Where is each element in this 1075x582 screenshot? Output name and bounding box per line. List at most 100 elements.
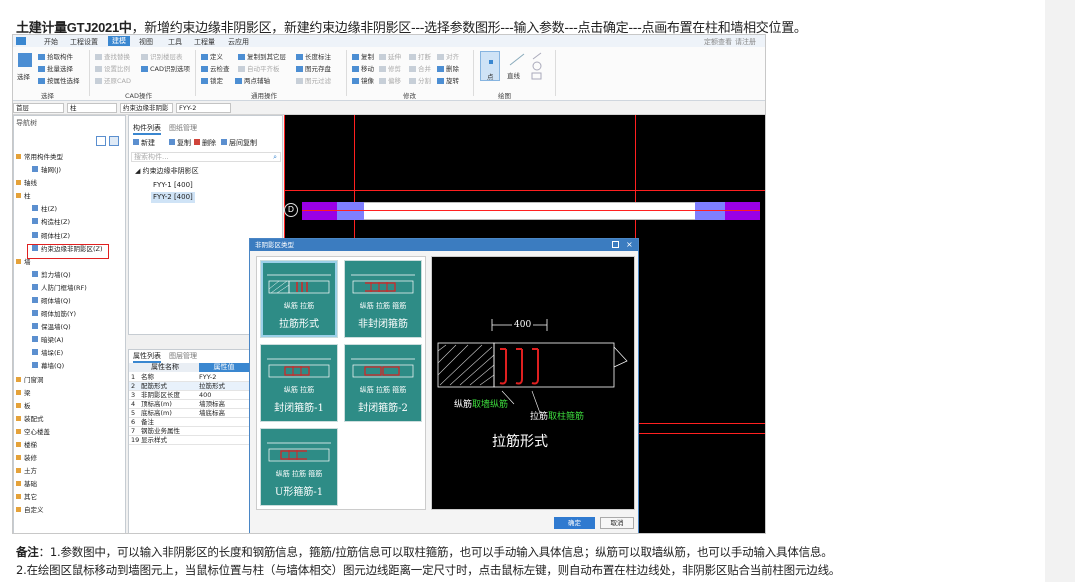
set-scale-button[interactable]: 设置比例 xyxy=(95,63,130,73)
card-u-stirrup-1[interactable]: 纵筋 拉筋 箍筋 U形箍筋-1 xyxy=(260,428,338,506)
extend-button[interactable]: 延伸 xyxy=(379,51,401,61)
nav-item[interactable]: 保温墙(Q) xyxy=(14,323,126,336)
cancel-button[interactable]: 取消 xyxy=(600,517,634,529)
menu-register[interactable]: 请注册 xyxy=(735,37,756,47)
nav-item[interactable]: 常用构件类型 xyxy=(14,153,126,166)
maximize-icon[interactable] xyxy=(612,241,619,248)
lock-button[interactable]: 锁定 xyxy=(201,75,223,85)
component-search-input[interactable]: 搜索构件... ⌕ xyxy=(131,152,281,162)
copy-component-button[interactable]: 复制 xyxy=(169,139,191,148)
nav-item[interactable]: 砌体加筋(Y) xyxy=(14,310,126,323)
tab-layer-management[interactable]: 图层管理 xyxy=(169,352,197,361)
nav-item[interactable]: 砌体墙(Q) xyxy=(14,296,126,310)
delete-button[interactable]: 删除 xyxy=(437,63,459,73)
menu-quota-view[interactable]: 定额查看 xyxy=(704,37,732,47)
list-view-icon[interactable] xyxy=(96,136,106,146)
component-type-select[interactable]: 柱 xyxy=(67,103,117,113)
trim-button[interactable]: 修剪 xyxy=(379,63,401,73)
copy-between-floors-button[interactable]: 层间复制 xyxy=(221,139,257,148)
menu-tools[interactable]: 工具 xyxy=(168,37,182,47)
two-point-aux-axis-button[interactable]: 两点辅轴 xyxy=(235,75,270,85)
nav-item[interactable]: 人防门框墙(RF) xyxy=(14,283,126,297)
nav-item[interactable]: 土方 xyxy=(14,467,126,480)
recognize-floor-table-button[interactable]: 识别楼层表 xyxy=(141,51,183,61)
card-tie-bar[interactable]: 纵筋 拉筋 拉筋形式 xyxy=(260,260,338,338)
tab-drawing-management[interactable]: 图纸管理 xyxy=(169,124,197,133)
menu-start[interactable]: 开始 xyxy=(44,37,58,47)
menu-project-settings[interactable]: 工程设置 xyxy=(70,37,98,47)
draw-line-button[interactable]: 直线 xyxy=(507,51,527,81)
nav-item[interactable]: 剪力墙(Q) xyxy=(14,270,126,284)
nav-item[interactable]: 装配式 xyxy=(14,415,126,428)
batch-select-button[interactable]: 批量选择 xyxy=(38,63,73,73)
card-open-stirrup[interactable]: 纵筋 拉筋 箍筋 非封闭箍筋 xyxy=(344,260,422,338)
nav-item[interactable]: 轴线 xyxy=(14,179,126,192)
find-replace-button[interactable]: 查找替换 xyxy=(95,51,130,61)
nav-item[interactable]: 轴网(J) xyxy=(14,166,126,179)
column-element-right[interactable] xyxy=(725,202,760,220)
tab-properties[interactable]: 属性列表 xyxy=(133,352,161,363)
column-element-left[interactable] xyxy=(302,202,337,220)
delete-component-button[interactable]: 删除 xyxy=(194,139,216,148)
align-button[interactable]: 对齐 xyxy=(437,51,459,61)
nav-item[interactable]: 砌体柱(Z) xyxy=(14,231,126,245)
property-value[interactable]: 拉筋形式 xyxy=(199,382,225,391)
save-element-button[interactable]: 图元存盘 xyxy=(296,63,331,73)
card-closed-stirrup-1[interactable]: 纵筋 拉筋 封闭箍筋-1 xyxy=(260,344,338,422)
new-component-button[interactable]: 新建 xyxy=(133,139,155,148)
define-button[interactable]: 定义 xyxy=(201,51,223,61)
nav-item[interactable]: 墙 xyxy=(14,258,126,271)
merge-button[interactable]: 合并 xyxy=(409,63,431,73)
menu-quantity[interactable]: 工程量 xyxy=(194,37,215,47)
select-by-attribute-button[interactable]: 按属性选择 xyxy=(38,75,80,85)
property-value[interactable]: 墙顶标高 xyxy=(199,400,225,409)
nav-item[interactable]: 柱(Z) xyxy=(14,205,126,218)
nav-item[interactable]: 梁 xyxy=(14,389,126,402)
nav-item[interactable]: 板 xyxy=(14,402,126,415)
component-tree-root[interactable]: ◢ 约束边缘非阴影区 xyxy=(135,167,199,176)
component-item-selected[interactable]: FYY-2 [400] xyxy=(151,192,195,203)
nav-item[interactable]: 墙垛(E) xyxy=(14,349,126,362)
copy-to-other-floors-button[interactable]: 复制到其它层 xyxy=(238,51,286,61)
auto-align-slab-button[interactable]: 自动平齐板 xyxy=(238,63,280,73)
length-dimension-button[interactable]: 长度标注 xyxy=(296,51,331,61)
pick-component-button[interactable]: 拾取构件 xyxy=(38,51,73,61)
cloud-check-button[interactable]: 云检查 xyxy=(201,63,230,73)
offset-button[interactable]: 偏移 xyxy=(379,75,401,85)
property-value[interactable]: 墙底标高 xyxy=(199,409,225,418)
nav-item[interactable]: 构造柱(Z) xyxy=(14,218,126,231)
search-icon[interactable]: ⌕ xyxy=(273,153,277,162)
floor-select[interactable]: 首层 xyxy=(13,103,64,113)
split-button[interactable]: 分割 xyxy=(409,75,431,85)
nav-item[interactable]: 基础 xyxy=(14,480,126,493)
cad-recognition-options-button[interactable]: CAD识别选项 xyxy=(141,63,190,73)
restore-cad-button[interactable]: 还原CAD xyxy=(95,75,131,85)
menu-modeling[interactable]: 建模 xyxy=(108,36,130,46)
draw-tools-icons[interactable] xyxy=(529,51,549,81)
close-icon[interactable]: × xyxy=(626,239,633,251)
nav-item[interactable]: 装修 xyxy=(14,454,126,467)
nav-item[interactable]: 其它 xyxy=(14,493,126,506)
tab-component-list[interactable]: 构件列表 xyxy=(133,124,161,135)
non-shadow-zone-right[interactable] xyxy=(695,202,725,220)
nav-item[interactable]: 柱 xyxy=(14,192,126,205)
component-item-select[interactable]: FYY-2 xyxy=(176,103,231,113)
grid-view-icon[interactable] xyxy=(109,136,119,146)
component-item[interactable]: FYY-1 [400] xyxy=(151,180,195,191)
mirror-button[interactable]: 镜像 xyxy=(352,75,374,85)
nav-item[interactable]: 空心楼盖 xyxy=(14,428,126,441)
property-value[interactable]: FYY-2 xyxy=(199,373,216,382)
nav-item[interactable]: 幕墙(Q) xyxy=(14,362,126,375)
draw-point-button[interactable]: 点 xyxy=(480,51,500,81)
menu-cloud[interactable]: 云应用 xyxy=(228,37,249,47)
nav-item-selected[interactable]: 约束边缘非阴影区(Z) xyxy=(27,243,109,259)
property-value[interactable]: 400 xyxy=(199,391,211,400)
nav-item[interactable]: 门窗洞 xyxy=(14,376,126,389)
element-filter-button[interactable]: 图元过滤 xyxy=(296,75,331,85)
select-button[interactable]: 选择 xyxy=(17,71,30,81)
nav-item[interactable]: 自定义 xyxy=(14,506,126,519)
non-shadow-zone-left[interactable] xyxy=(337,202,364,220)
menu-view[interactable]: 视图 xyxy=(139,37,153,47)
wall-element[interactable] xyxy=(302,202,760,220)
break-button[interactable]: 打断 xyxy=(409,51,431,61)
